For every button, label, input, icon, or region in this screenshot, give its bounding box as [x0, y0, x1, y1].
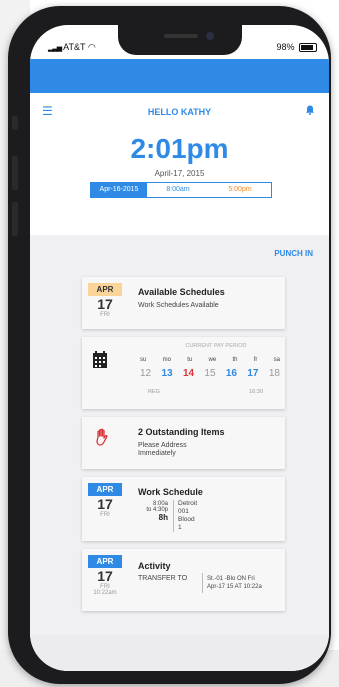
date-badge: APR 17 FRI 10:22am	[88, 555, 122, 596]
date-badge-month: APR	[88, 483, 122, 496]
phone-screen: ▂▃▅ AT&T ◠ 98% ☰ HELLO KATHY 2:01pm Apri…	[30, 25, 329, 671]
pay-period-date[interactable]: 15	[204, 368, 215, 379]
pay-period-date[interactable]: 16	[226, 368, 237, 379]
date-badge-month: APR	[88, 555, 122, 568]
app-top-bar	[30, 59, 329, 93]
date-badge: APR 17 FRI	[88, 283, 122, 318]
weekday-label: su	[140, 357, 147, 363]
schedule-details: Detroit 001 Blood 1	[178, 500, 197, 532]
activity-detail-line: Apr-17 15 AT 10:22a	[207, 584, 262, 590]
divider	[173, 500, 174, 532]
bell-icon[interactable]	[305, 105, 315, 115]
shift-start: 8:00am	[166, 186, 190, 193]
date-badge-time: 10:22am	[93, 590, 117, 596]
schedule-detail: 1	[178, 524, 182, 531]
pay-period-date[interactable]: 13	[161, 368, 172, 379]
battery-label: 98%	[276, 42, 295, 52]
date-badge-month: APR	[88, 283, 122, 296]
notch	[118, 25, 242, 55]
card-subtitle: Please Address Immediately	[138, 442, 187, 458]
wifi-icon: ◠	[87, 42, 96, 52]
battery-status: 98%	[276, 42, 317, 53]
greeting: HELLO KATHY	[147, 107, 212, 117]
card-subtitle: Work Schedules Available	[138, 302, 219, 309]
date-badge-day: 17	[97, 568, 113, 584]
hand-alert-icon	[96, 428, 108, 446]
card-title: Activity	[138, 561, 171, 571]
current-time: 2:01pm	[130, 133, 229, 164]
weekday-label: fr	[253, 357, 258, 363]
weekday-label: mo	[162, 357, 171, 363]
divider	[202, 573, 203, 593]
activity-action: TRANSFER TO	[138, 575, 188, 582]
schedule-detail: Detroit	[178, 500, 198, 507]
mute-switch	[12, 116, 18, 130]
shift-end: 5:00pm	[228, 186, 252, 193]
phone-frame: ▂▃▅ AT&T ◠ 98% ☰ HELLO KATHY 2:01pm Apri…	[8, 6, 331, 684]
pay-period-footer-right: 16:30	[249, 389, 263, 395]
weekday-label: we	[208, 357, 217, 363]
card-title: Work Schedule	[138, 487, 203, 497]
carrier-status: ▂▃▅ AT&T ◠	[48, 42, 96, 53]
work-schedule-card[interactable]: APR 17 FRI Work Schedule 8:00a to 4:30p …	[82, 477, 285, 541]
card-subtitle-line: Immediately	[138, 450, 176, 457]
camera	[206, 32, 214, 40]
schedule-times: 8:00a to 4:30p 8h	[138, 501, 168, 522]
pay-period-card[interactable]: CURRENT PAY PERIOD su mo tu we th fr sa …	[82, 337, 285, 409]
weekday-label: sa	[273, 357, 280, 363]
activity-detail-line: St.-01 -Blo ON Fri	[207, 576, 255, 582]
date-badge-weekday: FRI	[100, 512, 110, 518]
pay-period-dates: 12 13 14 15 16 17 18	[140, 368, 280, 379]
pay-period-weekdays: su mo tu we th fr sa	[140, 357, 280, 363]
schedule-detail: Blood	[178, 516, 195, 523]
weekday-label: th	[232, 357, 238, 363]
available-schedules-card[interactable]: APR 17 FRI Available Schedules Work Sche…	[82, 277, 285, 329]
date-badge-weekday: FRI	[100, 312, 110, 318]
battery-icon	[299, 43, 317, 53]
punch-in-button[interactable]: PUNCH IN	[274, 249, 313, 258]
pay-period-date[interactable]: 12	[140, 368, 151, 379]
card-title: Available Schedules	[138, 287, 225, 297]
pay-period-date[interactable]: 17	[247, 368, 258, 379]
schedule-detail: 001	[178, 508, 189, 515]
date-badge: APR 17 FRI	[88, 483, 122, 518]
calendar-icon	[93, 351, 107, 368]
outstanding-items-card[interactable]: 2 Outstanding Items Please Address Immed…	[82, 417, 285, 469]
card-subtitle-line: Please Address	[138, 442, 187, 449]
weekday-label: tu	[187, 357, 193, 363]
date-badge-day: 17	[97, 296, 113, 312]
shift-summary[interactable]: Apr-16-2015 8:00am 5:00pm	[90, 182, 272, 198]
date-badge-day: 17	[97, 496, 113, 512]
schedule-hours: 8h	[158, 513, 168, 522]
pay-period-date[interactable]: 14	[183, 368, 194, 379]
activity-card[interactable]: APR 17 FRI 10:22am Activity TRANSFER TO …	[82, 549, 285, 611]
current-date: April-17, 2015	[154, 169, 205, 178]
signal-icon: ▂▃▅	[48, 45, 62, 52]
volume-up-button	[12, 156, 18, 190]
bottom-bar	[30, 635, 329, 671]
pay-period-footer-left: REG	[148, 389, 160, 395]
speaker	[164, 34, 198, 38]
volume-down-button	[12, 202, 18, 236]
app-header: ☰ HELLO KATHY	[30, 97, 329, 123]
activity-detail: St.-01 -Blo ON Fri Apr-17 15 AT 10:22a	[207, 575, 262, 591]
card-title: 2 Outstanding Items	[138, 427, 225, 437]
carrier-label: AT&T	[63, 42, 86, 52]
pay-period-label: CURRENT PAY PERIOD	[185, 343, 247, 349]
pay-period-date[interactable]: 18	[269, 368, 280, 379]
shift-date: Apr-16-2015	[91, 183, 147, 197]
